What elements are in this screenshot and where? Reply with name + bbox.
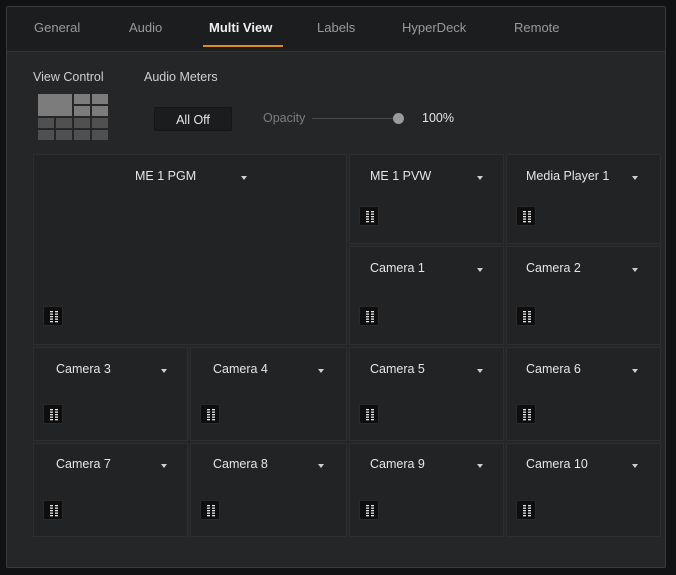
- chevron-down-icon[interactable]: [632, 268, 638, 272]
- audio-meter-icon: [366, 211, 374, 223]
- tab-remote[interactable]: Remote: [514, 20, 560, 35]
- audio-meter-icon: [207, 505, 215, 517]
- chevron-down-icon[interactable]: [477, 268, 483, 272]
- active-tab-indicator: [203, 45, 283, 47]
- audio-meter-icon: [50, 311, 58, 323]
- audio-meter-icon: [523, 311, 531, 323]
- window-source-select[interactable]: Camera 9: [370, 457, 425, 471]
- audio-meter-icon: [523, 505, 531, 517]
- chevron-down-icon[interactable]: [632, 369, 638, 373]
- window-source-select[interactable]: Camera 5: [370, 362, 425, 376]
- multiview-settings-panel: General Audio Multi View Labels HyperDec…: [6, 6, 666, 568]
- audio-meter-toggle[interactable]: [43, 306, 63, 326]
- tab-labels[interactable]: Labels: [317, 20, 355, 35]
- audio-meter-icon: [207, 409, 215, 421]
- settings-tab-bar: General Audio Multi View Labels HyperDec…: [7, 7, 665, 52]
- multiview-window-camera-4: Camera 4: [190, 347, 347, 441]
- multiview-window-camera-1: Camera 1: [349, 246, 504, 345]
- chevron-down-icon[interactable]: [477, 369, 483, 373]
- opacity-slider-knob[interactable]: [393, 113, 404, 124]
- window-source-select[interactable]: ME 1 PGM: [135, 169, 196, 183]
- audio-meter-toggle[interactable]: [359, 404, 379, 424]
- opacity-value: 100%: [422, 111, 454, 125]
- audio-meter-toggle[interactable]: [516, 500, 536, 520]
- window-source-select[interactable]: Camera 10: [526, 457, 588, 471]
- window-source-select[interactable]: Camera 6: [526, 362, 581, 376]
- audio-meter-toggle[interactable]: [516, 206, 536, 226]
- audio-meter-icon: [523, 409, 531, 421]
- audio-meter-icon: [366, 409, 374, 421]
- multiview-window-camera-5: Camera 5: [349, 347, 504, 441]
- chevron-down-icon[interactable]: [161, 464, 167, 468]
- window-source-select[interactable]: Media Player 1: [526, 169, 609, 183]
- multiview-layout-icon[interactable]: [38, 94, 108, 140]
- audio-meters-label: Audio Meters: [144, 70, 218, 84]
- opacity-slider-track[interactable]: [312, 118, 400, 119]
- multiview-window-camera-8: Camera 8: [190, 443, 347, 537]
- window-source-select[interactable]: Camera 2: [526, 261, 581, 275]
- audio-meter-icon: [523, 211, 531, 223]
- multiview-window-pgm: ME 1 PGM: [33, 154, 347, 345]
- chevron-down-icon[interactable]: [161, 369, 167, 373]
- audio-meter-icon: [366, 311, 374, 323]
- chevron-down-icon[interactable]: [241, 176, 247, 180]
- opacity-label: Opacity: [263, 111, 306, 125]
- audio-meter-icon: [50, 505, 58, 517]
- multiview-window-camera-3: Camera 3: [33, 347, 188, 441]
- multiview-window-camera-10: Camera 10: [506, 443, 661, 537]
- chevron-down-icon[interactable]: [477, 176, 483, 180]
- multiview-window-camera-7: Camera 7: [33, 443, 188, 537]
- multiview-window-media-player-1: Media Player 1: [506, 154, 661, 244]
- audio-meter-toggle[interactable]: [516, 404, 536, 424]
- window-source-select[interactable]: Camera 8: [213, 457, 268, 471]
- chevron-down-icon[interactable]: [477, 464, 483, 468]
- window-source-select[interactable]: Camera 1: [370, 261, 425, 275]
- multiview-window-camera-6: Camera 6: [506, 347, 661, 441]
- window-source-select[interactable]: Camera 4: [213, 362, 268, 376]
- audio-meter-toggle[interactable]: [43, 404, 63, 424]
- multiview-window-camera-2: Camera 2: [506, 246, 661, 345]
- tab-audio[interactable]: Audio: [129, 20, 162, 35]
- window-source-select[interactable]: ME 1 PVW: [370, 169, 431, 183]
- audio-meter-toggle[interactable]: [43, 500, 63, 520]
- audio-meter-icon: [366, 505, 374, 517]
- chevron-down-icon[interactable]: [632, 176, 638, 180]
- window-source-select[interactable]: Camera 7: [56, 457, 111, 471]
- audio-meter-toggle[interactable]: [359, 306, 379, 326]
- audio-meter-toggle[interactable]: [200, 500, 220, 520]
- audio-meter-toggle[interactable]: [359, 500, 379, 520]
- chevron-down-icon[interactable]: [318, 464, 324, 468]
- tab-multi-view[interactable]: Multi View: [209, 20, 272, 35]
- all-off-button[interactable]: All Off: [154, 107, 232, 131]
- audio-meter-toggle[interactable]: [200, 404, 220, 424]
- window-source-select[interactable]: Camera 3: [56, 362, 111, 376]
- tab-general[interactable]: General: [34, 20, 80, 35]
- audio-meter-icon: [50, 409, 58, 421]
- chevron-down-icon[interactable]: [318, 369, 324, 373]
- multiview-window-camera-9: Camera 9: [349, 443, 504, 537]
- audio-meter-toggle[interactable]: [516, 306, 536, 326]
- chevron-down-icon[interactable]: [632, 464, 638, 468]
- audio-meter-toggle[interactable]: [359, 206, 379, 226]
- view-control-label: View Control: [33, 70, 104, 84]
- tab-hyperdeck[interactable]: HyperDeck: [402, 20, 466, 35]
- multiview-window-pvw: ME 1 PVW: [349, 154, 504, 244]
